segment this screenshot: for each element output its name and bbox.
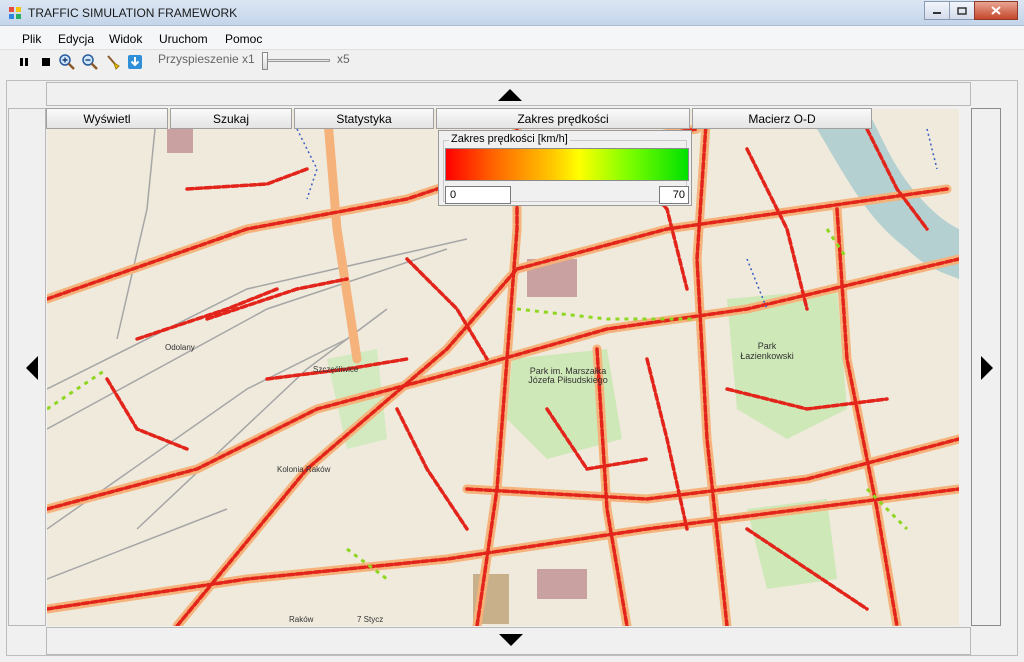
speed-slider-thumb[interactable] [262, 52, 268, 70]
download-button[interactable] [126, 53, 144, 71]
tab-zakres-predkosci[interactable]: Zakres prędkości [436, 108, 690, 129]
pause-button[interactable] [15, 53, 33, 71]
stop-button[interactable] [37, 53, 55, 71]
menu-uruchom[interactable]: Uruchom [159, 32, 208, 46]
tab-bar: Wyświetl Szukaj Statystyka Zakres prędko… [46, 108, 875, 129]
speed-gradient-bar [445, 148, 689, 181]
menu-widok[interactable]: Widok [109, 32, 142, 46]
app-icon [9, 7, 21, 19]
stop-icon [42, 58, 50, 66]
pan-down-button[interactable] [46, 627, 971, 655]
toolbar: Przyspieszenie x1 x5 [0, 50, 1024, 74]
map-label-kolonia-rakow: Kolonia Raków [277, 465, 331, 474]
map-label-7-stycz: 7 Stycz [357, 615, 384, 624]
arrow-down-icon [499, 634, 523, 646]
speed-max-input[interactable]: 70 [659, 186, 689, 204]
maximize-button[interactable] [949, 1, 975, 20]
map-label-odolany: Odolany [165, 343, 195, 352]
speed-slider-track[interactable] [266, 59, 330, 62]
tab-statystyka[interactable]: Statystyka [294, 108, 434, 129]
zoom-in-icon [59, 54, 75, 70]
tab-wyswietl[interactable]: Wyświetl [46, 108, 168, 129]
map-label-park-pilsudskiego: Park im. Marszałka Józefa Piłsudskiego [528, 366, 608, 385]
zoom-in-button[interactable] [58, 53, 76, 71]
menu-plik[interactable]: Plik [22, 32, 41, 46]
map-label-park-lazienkowski: Park Łazienkowski [740, 341, 794, 361]
menu-edycja[interactable]: Edycja [58, 32, 94, 46]
speed-max-label: x5 [337, 52, 350, 66]
close-button[interactable] [974, 1, 1018, 20]
close-icon [991, 6, 1001, 15]
window-controls [924, 1, 1018, 21]
pan-right-button[interactable] [971, 108, 1001, 626]
maximize-icon [957, 6, 967, 15]
menu-pomoc[interactable]: Pomoc [225, 32, 262, 46]
speed-legend: Zakres prędkości [km/h] 0 70 [438, 130, 692, 206]
zoom-out-icon [82, 54, 98, 70]
download-icon [128, 55, 142, 69]
speed-label: Przyspieszenie x1 [158, 52, 255, 66]
app-window: TRAFFIC SIMULATION FRAMEWORK Plik Edycja… [0, 0, 1024, 662]
minimize-button[interactable] [924, 1, 950, 20]
brush-button[interactable] [104, 53, 122, 71]
brush-icon [107, 55, 120, 70]
pan-left-button[interactable] [8, 108, 46, 626]
map-label-szczesliwice: Szczęśliwice [313, 365, 359, 374]
menu-bar: Plik Edycja Widok Uruchom Pomoc [0, 26, 1024, 50]
pan-up-button[interactable] [46, 82, 971, 106]
arrow-right-icon [981, 356, 993, 380]
speed-min-input[interactable]: 0 [445, 186, 511, 204]
legend-title: Zakres prędkości [km/h] [449, 133, 570, 145]
arrow-up-icon [498, 89, 522, 101]
tab-macierz-od[interactable]: Macierz O-D [692, 108, 872, 129]
minimize-icon [933, 11, 941, 14]
tab-szukaj[interactable]: Szukaj [170, 108, 292, 129]
window-title: TRAFFIC SIMULATION FRAMEWORK [28, 6, 238, 20]
pause-icon [20, 58, 28, 66]
arrow-left-icon [26, 356, 38, 380]
zoom-out-button[interactable] [81, 53, 99, 71]
map-label-rakow: Raków [289, 615, 314, 624]
title-bar: TRAFFIC SIMULATION FRAMEWORK [0, 0, 1024, 26]
